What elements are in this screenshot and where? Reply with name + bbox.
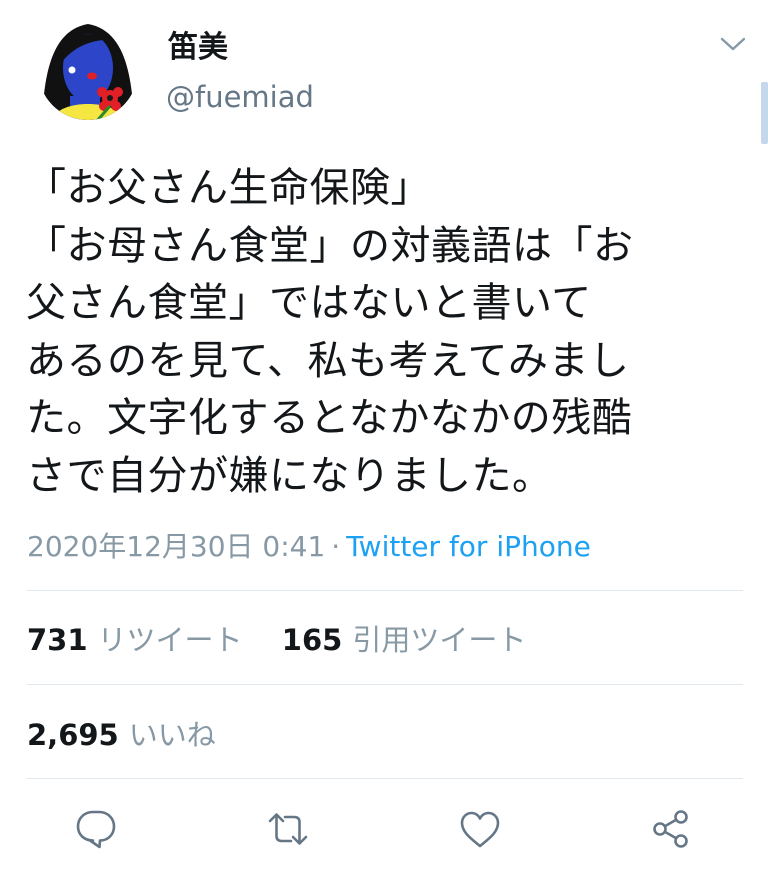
divider — [27, 590, 743, 591]
action-bar — [0, 800, 768, 860]
retweets-stat[interactable]: 731 リツイート — [27, 617, 243, 659]
reply-icon[interactable] — [73, 806, 119, 852]
divider — [27, 684, 743, 685]
tweet-line: 「お母さん食堂」の対義語は「お — [26, 222, 634, 269]
avatar-illustration — [38, 20, 138, 120]
tweet-header: 笛美 @fuemiad — [0, 0, 768, 140]
likes-stats: 2,695 いいね — [27, 712, 246, 754]
tweet-line: た。文字化するとなかなかの残酷 — [26, 395, 633, 441]
quotes-count: 165 — [281, 623, 343, 657]
divider — [27, 778, 743, 779]
tweet-line: さで自分が嫌になりました。 — [26, 452, 553, 499]
tweet-text: 「お父さん生命保険」 「お母さん食堂」の対義語は「お 父さん食堂」ではないと書い… — [26, 160, 738, 505]
quotes-stat[interactable]: 165 引用ツイート — [282, 617, 527, 659]
engagement-stats: 731 リツイート 165 引用ツイート — [27, 617, 556, 659]
retweets-label: リツイート — [97, 623, 243, 657]
retweets-count: 731 — [27, 623, 88, 657]
likes-count: 2,695 — [27, 718, 119, 752]
share-icon[interactable] — [648, 806, 694, 852]
likes-stat[interactable]: 2,695 いいね — [27, 712, 216, 754]
retweet-icon[interactable] — [265, 806, 311, 852]
avatar[interactable] — [36, 18, 140, 122]
tweet-line: 父さん食堂」ではないと書いて — [26, 280, 592, 326]
tweet-source-link[interactable]: Twitter for iPhone — [346, 530, 591, 563]
tweet-line: あるのを見て、私も考えてみまし — [26, 337, 630, 384]
author-handle[interactable]: @fuemiad — [166, 80, 314, 114]
author-name[interactable]: 笛美 — [168, 22, 228, 66]
quotes-label: 引用ツイート — [352, 623, 527, 657]
heart-icon[interactable] — [457, 806, 503, 852]
meta-separator: · — [331, 530, 341, 563]
chevron-down-icon[interactable] — [719, 30, 747, 58]
tweet-line: 「お父さん生命保険」 — [26, 165, 431, 211]
likes-label: いいね — [128, 718, 216, 752]
tweet-meta: 2020年12月30日 0:41 · Twitter for iPhone — [27, 525, 591, 565]
tweet-timestamp[interactable]: 2020年12月30日 0:41 — [27, 530, 325, 563]
